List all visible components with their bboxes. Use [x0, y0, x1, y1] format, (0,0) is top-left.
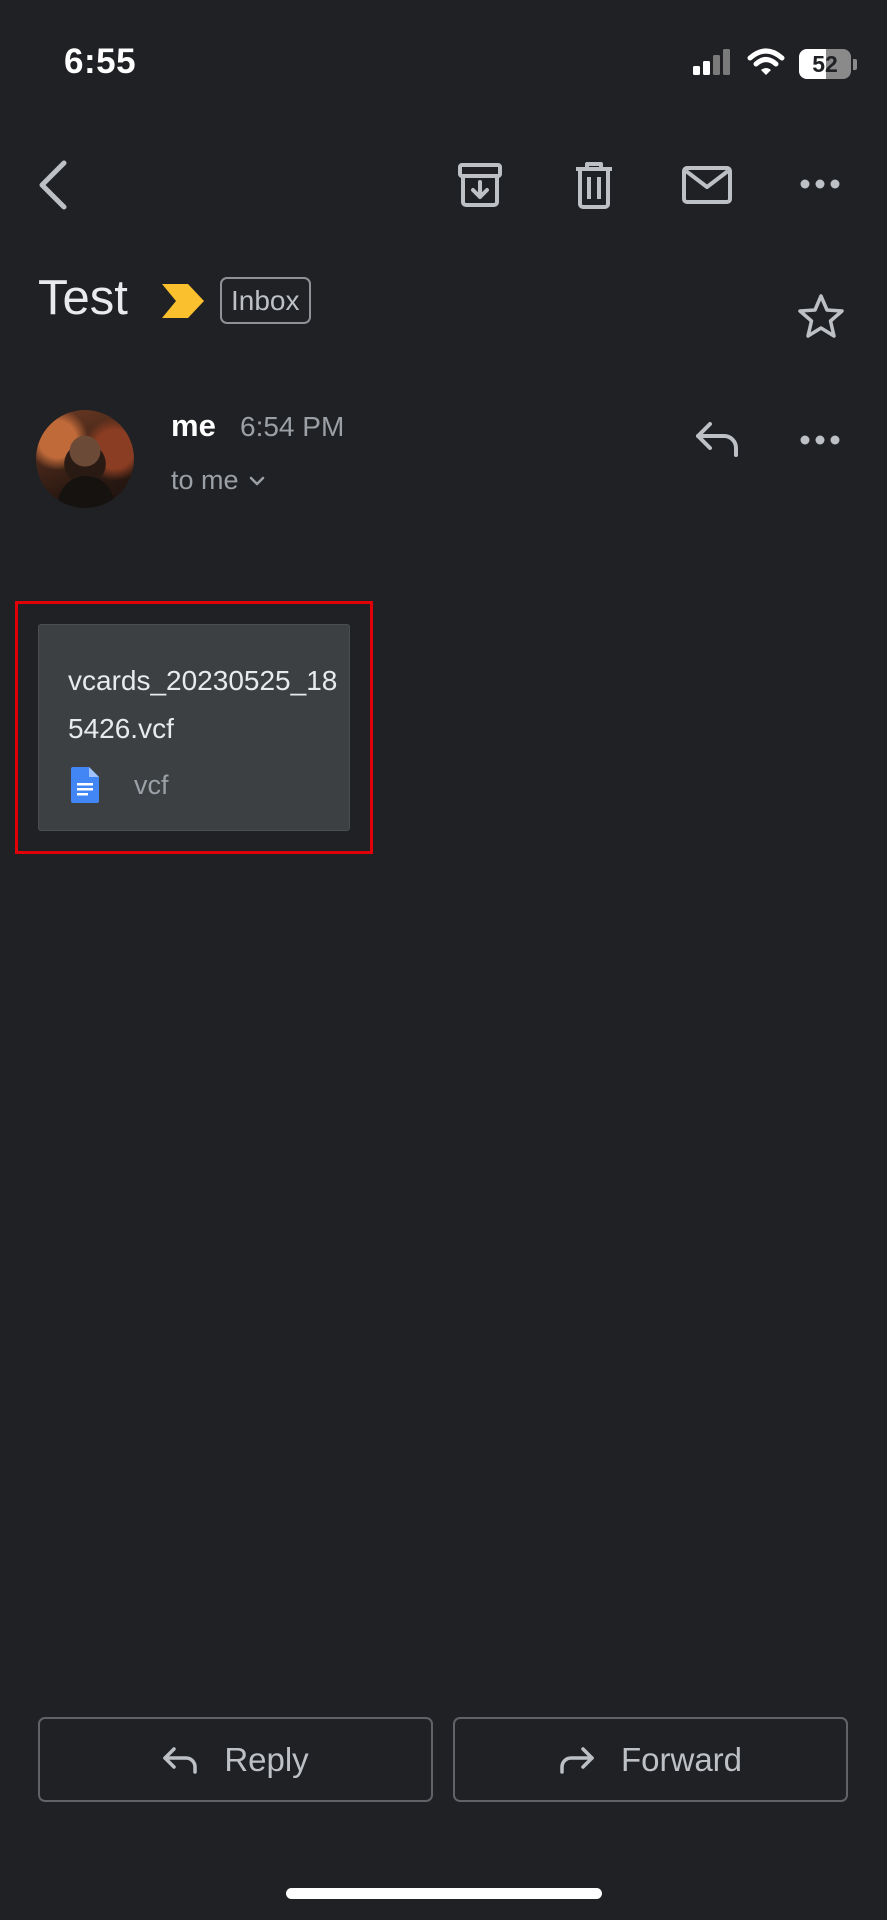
attachment-filename: vcards_20230525_185426.vcf [68, 665, 338, 744]
battery-level: 52 [812, 50, 838, 77]
more-icon [800, 435, 840, 445]
document-icon [71, 767, 99, 803]
archive-icon [458, 163, 502, 207]
sent-time: 6:54 PM [240, 411, 345, 442]
reply-icon-button[interactable] [690, 414, 744, 464]
reply-icon [696, 422, 738, 457]
forward-label: Forward [620, 1740, 743, 1778]
attachment-type: vcf [134, 770, 169, 800]
reply-icon [163, 1746, 198, 1774]
delete-icon [576, 162, 612, 209]
more-options-button[interactable] [790, 166, 850, 202]
email-detail-screen: 6:55 52 Test Inbox me 6:54 PM to me vcar… [0, 0, 887, 1920]
forward-button[interactable]: Forward [453, 1717, 848, 1802]
battery-tip [853, 58, 857, 70]
more-icon [800, 179, 840, 189]
home-indicator[interactable] [286, 1888, 602, 1899]
forward-icon [560, 1746, 594, 1774]
recipient-text: to me [171, 465, 239, 495]
back-button[interactable] [26, 154, 80, 216]
reply-button[interactable]: Reply [38, 1717, 433, 1802]
reply-label: Reply [224, 1740, 309, 1778]
email-subject: Test [38, 271, 128, 325]
back-icon [39, 160, 67, 210]
avatar-figure [58, 476, 114, 508]
attachment-card[interactable]: vcards_20230525_185426.vcf vcf [38, 624, 350, 831]
delete-button[interactable] [565, 156, 623, 214]
recipient-toggle[interactable]: to me [171, 465, 265, 496]
inbox-label-chip[interactable]: Inbox [220, 277, 311, 324]
status-icons: 52 [693, 48, 857, 80]
cellular-signal-icon [693, 48, 733, 80]
message-more-button[interactable] [790, 422, 850, 458]
star-icon [798, 294, 844, 338]
sender-avatar[interactable] [36, 410, 134, 508]
battery-icon: 52 [799, 49, 851, 79]
importance-marker-icon[interactable] [162, 284, 204, 318]
mark-unread-button[interactable] [677, 158, 737, 212]
chevron-down-icon [249, 476, 264, 485]
sender-name: me [171, 408, 216, 443]
status-time: 6:55 [64, 42, 137, 81]
wifi-icon [747, 48, 785, 81]
star-button[interactable] [790, 286, 852, 346]
mark-unread-icon [682, 166, 732, 204]
archive-button[interactable] [450, 158, 510, 212]
